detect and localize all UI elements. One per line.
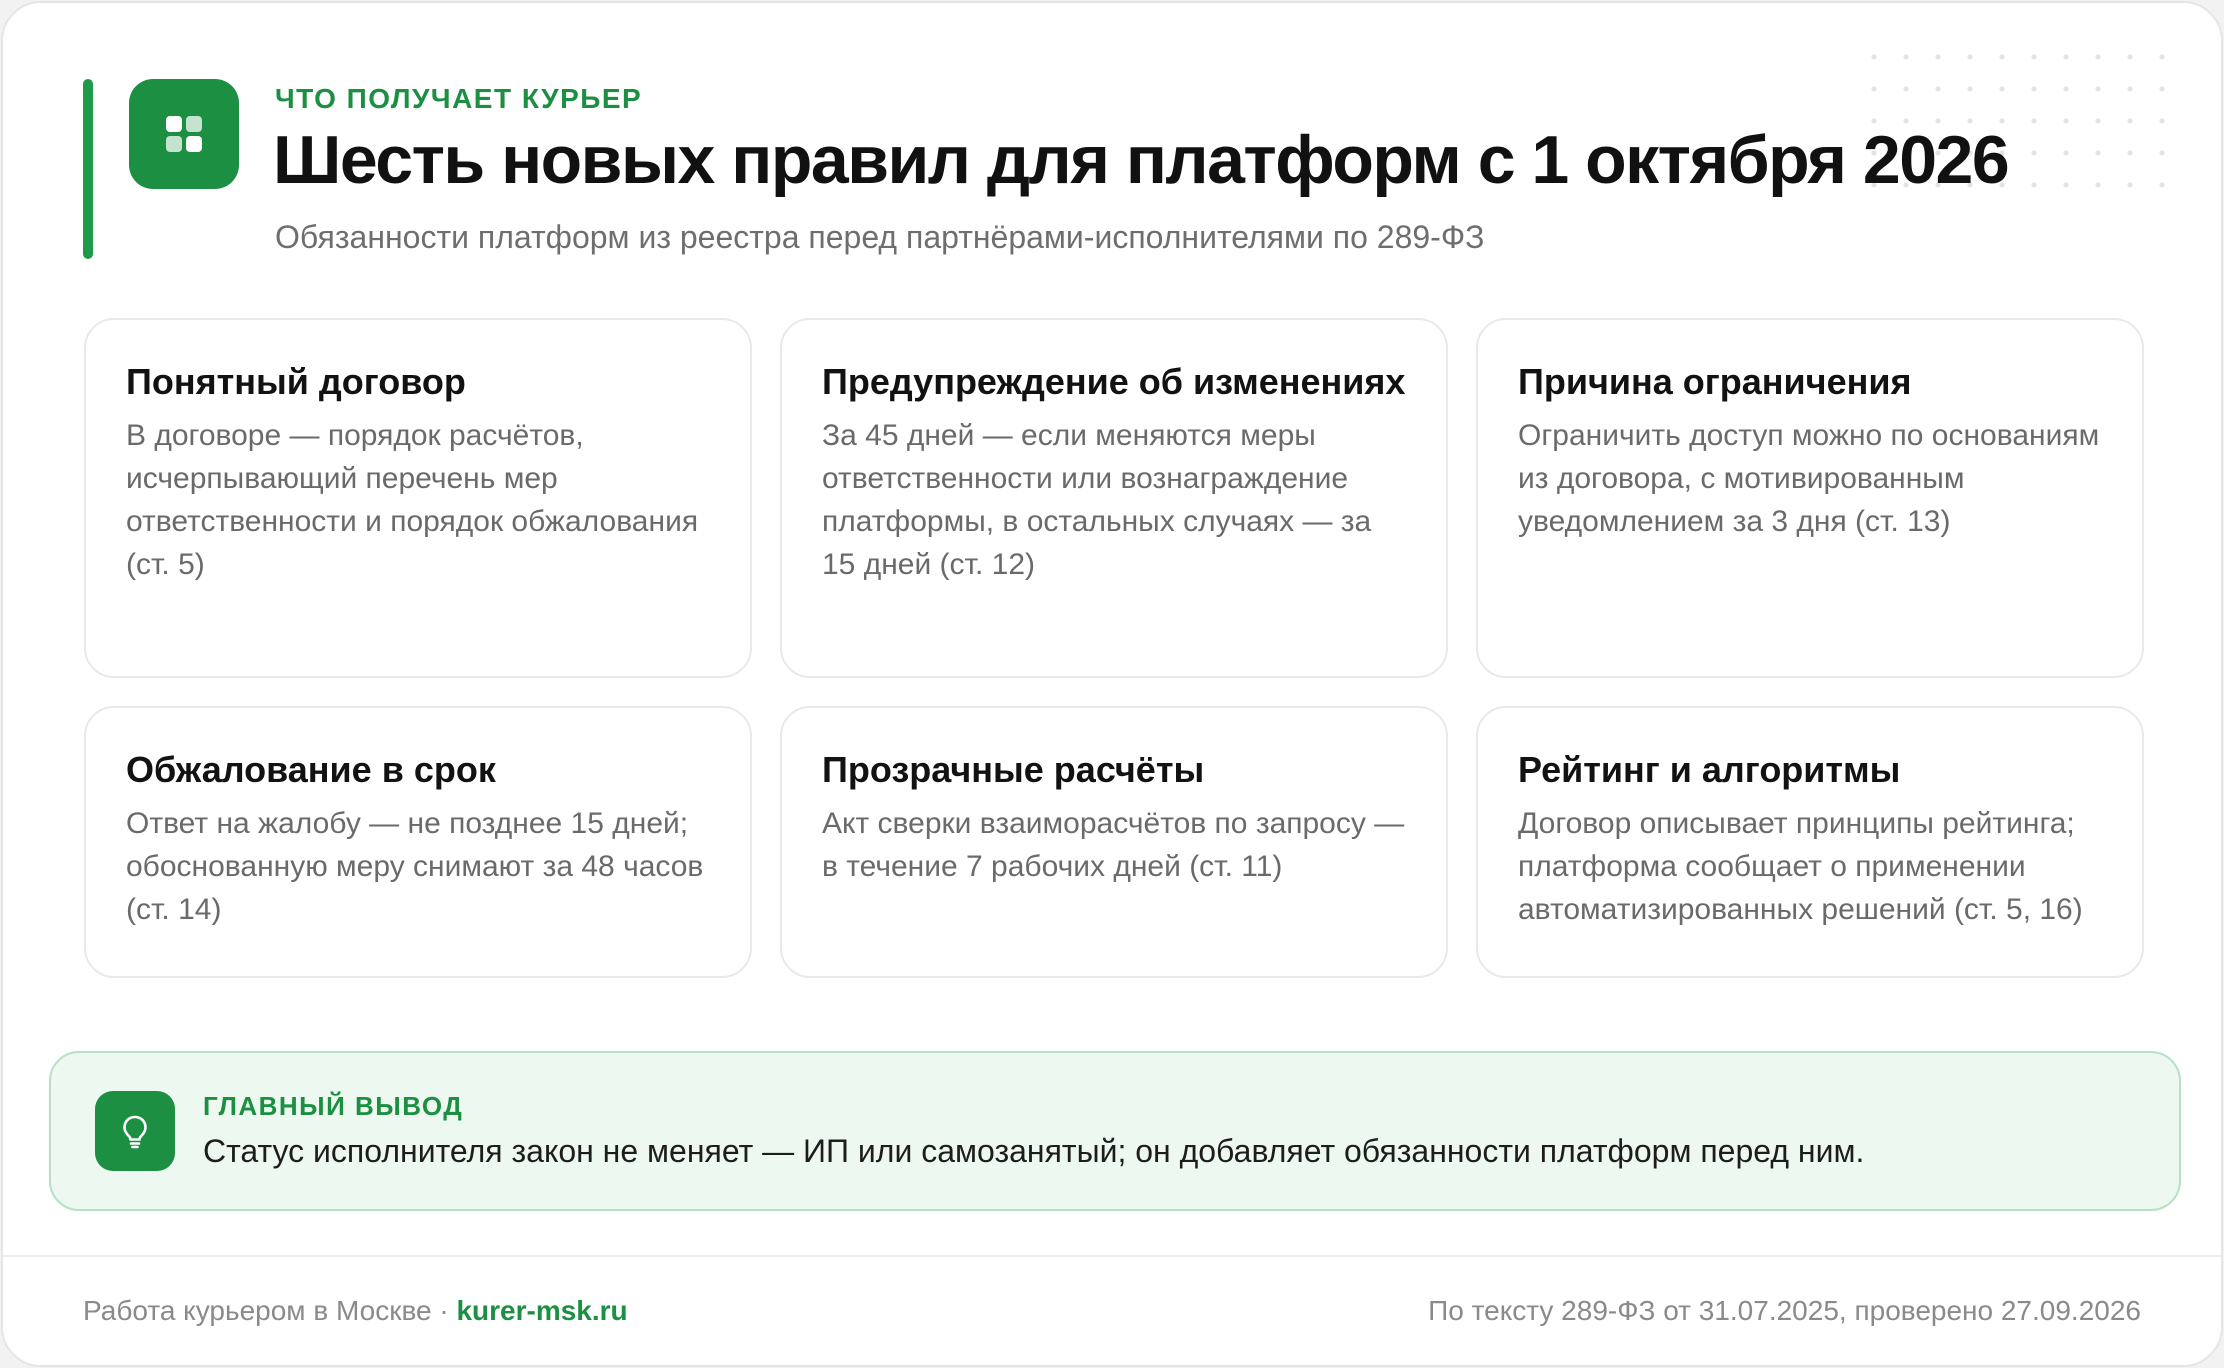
conclusion-label: ГЛАВНЫЙ ВЫВОД — [203, 1091, 464, 1121]
grid-icon — [129, 79, 239, 189]
rule-card-title: Причина ограничения — [1518, 361, 1912, 402]
rule-card-text: В договоре — порядок расчётов, исчерпыва… — [126, 419, 699, 581]
conclusion-box: ГЛАВНЫЙ ВЫВОД Статус исполнителя закон н… — [49, 1051, 2181, 1211]
rule-card-text: За 45 дней — если меняются меры ответств… — [822, 419, 1372, 581]
lightbulb-icon — [95, 1091, 175, 1171]
rule-card: Понятный договор В договоре — порядок ра… — [84, 318, 752, 678]
footer-source-label: Работа курьером в Москве · — [83, 1295, 457, 1326]
rule-card-text: Ответ на жалобу — не позднее 15 дней; об… — [126, 807, 704, 926]
rule-card-title: Понятный договор — [126, 361, 466, 402]
rule-card-text: Ограничить доступ можно по основаниям из… — [1518, 419, 2100, 538]
page-title: Шесть новых правил для платформ с 1 октя… — [273, 122, 2010, 198]
rule-card-title: Обжалование в срок — [126, 749, 496, 790]
conclusion-text: Статус исполнителя закон не меняет — ИП … — [203, 1133, 1865, 1169]
rule-card-title: Рейтинг и алгоритмы — [1518, 749, 1901, 790]
rule-card-title: Прозрачные расчёты — [822, 749, 1205, 790]
footer-verification-note: По тексту 289-ФЗ от 31.07.2025, проверен… — [1428, 1295, 2141, 1326]
rule-card: Рейтинг и алгоритмы Договор описывает пр… — [1476, 706, 2144, 978]
footer-divider — [3, 1255, 2221, 1257]
footer-source: Работа курьером в Москве · kurer-msk.ru — [83, 1295, 628, 1327]
header-kicker: ЧТО ПОЛУЧАЕТ КУРЬЕР — [275, 83, 643, 114]
infographic-card: ЧТО ПОЛУЧАЕТ КУРЬЕР Шесть новых правил д… — [1, 1, 2223, 1367]
rule-card: Прозрачные расчёты Акт сверки взаиморасч… — [780, 706, 1448, 978]
footer-site-link[interactable]: kurer-msk.ru — [456, 1295, 627, 1326]
rule-card-text: Договор описывает принципы рейтинга; пла… — [1518, 807, 2083, 926]
page-subtitle: Обязанности платформ из реестра перед па… — [275, 219, 1485, 255]
rule-card-title: Предупреждение об изменениях — [822, 361, 1406, 402]
rule-card: Причина ограничения Ограничить доступ мо… — [1476, 318, 2144, 678]
header-accent-bar — [83, 79, 93, 259]
rule-card: Предупреждение об изменениях За 45 дней … — [780, 318, 1448, 678]
rule-card-text: Акт сверки взаиморасчётов по запросу — в… — [822, 807, 1405, 883]
rule-card: Обжалование в срок Ответ на жалобу — не … — [84, 706, 752, 978]
